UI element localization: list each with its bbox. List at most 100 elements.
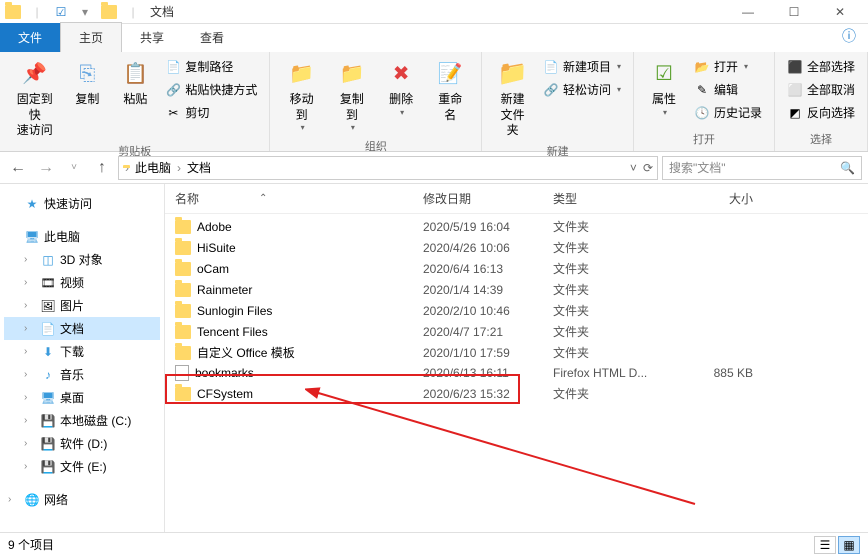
file-row[interactable]: CFSystem 2020/6/23 15:32文件夹 [165,383,868,404]
nav-desktop[interactable]: ›🖥桌面 [4,386,160,409]
file-row[interactable]: oCam2020/6/4 16:13文件夹 [165,258,868,279]
search-icon[interactable]: 🔍 [840,161,855,175]
nav-documents[interactable]: ›📄文档 [4,317,160,340]
pc-icon: 🖥 [24,229,40,245]
history-button[interactable]: 🕓历史记录 [690,102,766,123]
move-icon: 📁 [286,58,318,90]
open-button[interactable]: 📂打开▾ [690,56,766,77]
nav-3d-objects[interactable]: ›◫3D 对象 [4,248,160,271]
folder-icon [175,304,191,318]
invert-selection-button[interactable]: ◩反向选择 [783,102,859,123]
col-name[interactable]: 名称⌃ [175,190,423,207]
edit-button[interactable]: ✎编辑 [690,79,766,100]
chevron-right-icon[interactable]: › [125,161,129,175]
select-all-button[interactable]: ⬛全部选择 [783,56,859,77]
file-row[interactable]: Sunlogin Files 2020/2/10 10:46文件夹 [165,300,868,321]
dropdown-icon[interactable]: ˅ [630,161,637,175]
new-item-icon: 📄 [543,59,559,75]
select-none-button[interactable]: ⬜全部取消 [783,79,859,100]
file-row[interactable]: bookmarks2020/6/13 16:11Firefox HTML D..… [165,363,868,383]
video-icon: 🎞 [40,275,56,291]
file-type: 文件夹 [553,302,683,319]
new-folder-button[interactable]: 📁新建 文件夹 [490,56,535,141]
tab-share[interactable]: 共享 [122,23,182,52]
col-type[interactable]: 类型 [553,190,683,207]
file-type: 文件夹 [553,344,683,361]
copy-to-button[interactable]: 📁复制到▾ [329,56,375,136]
back-button[interactable]: ← [6,156,30,180]
paste-icon: 📋 [119,58,151,90]
pin-button[interactable]: 📌 固定到快 速访问 [8,56,61,141]
folder-icon [175,346,191,360]
file-row[interactable]: 自定义 Office 模板2020/1/10 17:59文件夹 [165,342,868,363]
close-button[interactable]: ✕ [826,5,854,19]
copy-button[interactable]: ⎘ 复制 [65,56,109,110]
file-name: Sunlogin Files [197,304,272,318]
easy-access-button[interactable]: 🔗轻松访问▾ [539,79,625,100]
refresh-icon[interactable]: ⟳ [643,161,653,175]
nav-disk-c[interactable]: ›💾本地磁盘 (C:) [4,409,160,432]
nav-music[interactable]: ›♪音乐 [4,363,160,386]
nav-videos[interactable]: ›🎞视频 [4,271,160,294]
copyto-icon: 📁 [336,58,368,90]
ribbon: 📌 固定到快 速访问 ⎘ 复制 📋 粘贴 📄复制路径 🔗粘贴快捷方式 ✂剪切 剪… [0,52,868,152]
breadcrumb-pc[interactable]: 此电脑 [131,159,175,176]
tab-file[interactable]: 文件 [0,23,60,52]
minimize-button[interactable]: — [734,5,762,19]
nav-pictures[interactable]: ›🖼图片 [4,294,160,317]
file-date: 2020/2/10 10:46 [423,304,553,318]
col-date[interactable]: 修改日期 [423,190,553,207]
nav-disk-e[interactable]: ›💾文件 (E:) [4,455,160,478]
copy-path-button[interactable]: 📄复制路径 [161,56,261,77]
file-row[interactable]: Rainmeter2020/1/4 14:39文件夹 [165,279,868,300]
file-type: 文件夹 [553,385,683,402]
nav-quick-access[interactable]: ★快速访问 [4,192,160,215]
folder-icon [175,387,191,401]
view-icons-button[interactable]: ▦ [838,536,860,554]
view-details-button[interactable]: ☰ [814,536,836,554]
rename-button[interactable]: 📝重命名 [427,56,473,125]
cube-icon: ◫ [40,252,56,268]
chevron-right-icon[interactable]: › [177,161,181,175]
qat-dropdown[interactable]: ▾ [76,3,94,21]
file-name: CFSystem [197,387,253,401]
nav-network[interactable]: ›🌐网络 [4,488,160,511]
file-date: 2020/6/23 15:32 [423,387,553,401]
file-name: oCam [197,262,229,276]
search-input[interactable]: 搜索"文档" 🔍 [662,156,862,180]
help-icon[interactable]: ⓘ [830,20,868,52]
file-row[interactable]: HiSuite2020/4/26 10:06文件夹 [165,237,868,258]
file-row[interactable]: Adobe2020/5/19 16:04文件夹 [165,216,868,237]
breadcrumb-folder[interactable]: 文档 [183,159,215,176]
checkbox-icon[interactable]: ☑ [52,3,70,21]
nav-this-pc[interactable]: 🖥此电脑 [4,225,160,248]
paste-shortcut-button[interactable]: 🔗粘贴快捷方式 [161,79,261,100]
forward-button[interactable]: → [34,156,58,180]
file-size: 885 KB [683,366,763,380]
nav-disk-d[interactable]: ›💾软件 (D:) [4,432,160,455]
history-icon: 🕓 [694,105,710,121]
file-row[interactable]: Tencent Files2020/4/7 17:21文件夹 [165,321,868,342]
move-to-button[interactable]: 📁移动到▾ [278,56,324,136]
file-type: 文件夹 [553,323,683,340]
col-size[interactable]: 大小 [683,190,763,207]
file-date: 2020/5/19 16:04 [423,220,553,234]
tab-view[interactable]: 查看 [182,23,242,52]
file-type: 文件夹 [553,218,683,235]
maximize-button[interactable]: ☐ [780,5,808,19]
paste-button[interactable]: 📋 粘贴 [113,56,157,110]
pin-icon: 📌 [19,58,51,90]
recent-dropdown[interactable]: ˅ [62,156,86,180]
file-type: 文件夹 [553,260,683,277]
folder-icon [175,262,191,276]
delete-button[interactable]: ✖删除▾ [379,56,423,120]
tab-home[interactable]: 主页 [60,22,122,52]
new-item-button[interactable]: 📄新建项目▾ [539,56,625,77]
rename-icon: 📝 [434,58,466,90]
properties-button[interactable]: ☑属性▾ [642,56,686,120]
breadcrumb[interactable]: › 此电脑 › 文档 ˅ ⟳ [118,156,658,180]
up-button[interactable]: ↑ [90,156,114,180]
nav-downloads[interactable]: ›⬇下载 [4,340,160,363]
qat-divider: | [28,3,46,21]
cut-button[interactable]: ✂剪切 [161,102,261,123]
